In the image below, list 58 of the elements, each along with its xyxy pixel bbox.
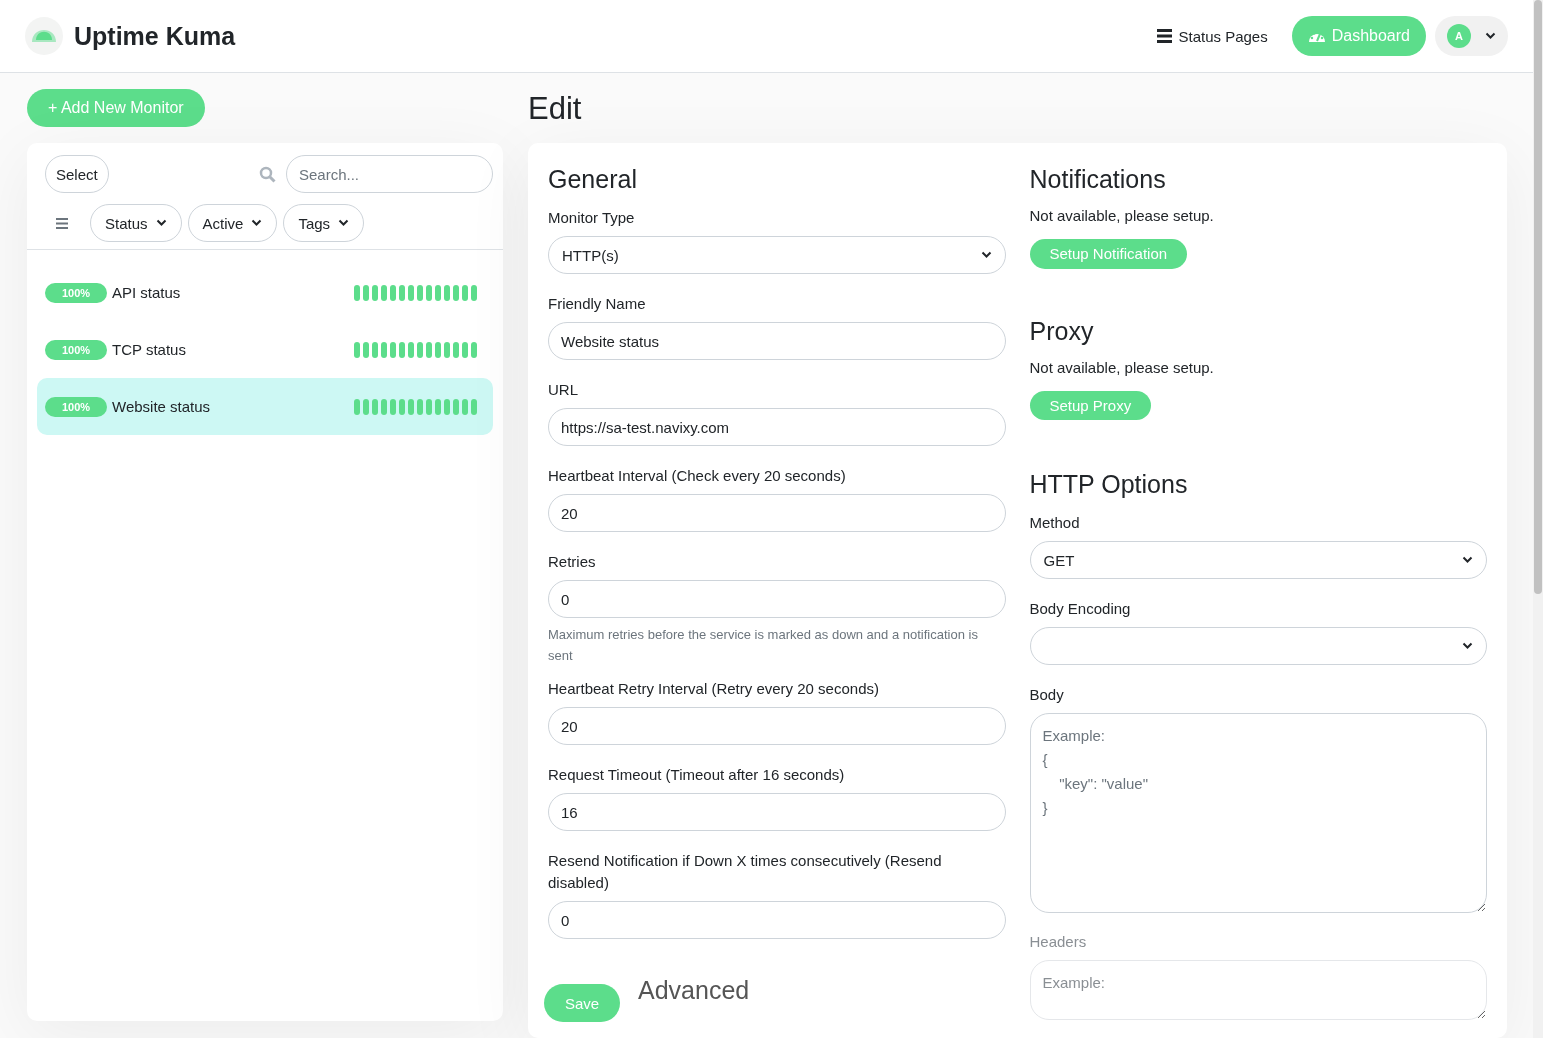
input-field[interactable]: 0: [548, 901, 1006, 939]
scrollbar-thumb[interactable]: [1534, 0, 1542, 594]
section-heading: Advanced: [638, 976, 750, 1005]
input-field[interactable]: Website status: [548, 322, 1006, 360]
input-field[interactable]: 20: [548, 707, 1006, 745]
search-field[interactable]: Search...: [286, 155, 493, 193]
input-field[interactable]: 16: [548, 793, 1006, 831]
section-heading: General: [548, 164, 638, 195]
chevron-down-icon: [251, 219, 263, 227]
headers-textarea[interactable]: Example:: [1029, 960, 1487, 1020]
monitor-item[interactable]: 100% TCP status: [37, 321, 493, 378]
field-label: Resend Notification if Down X times consecutively (Resend disabled): [548, 851, 943, 893]
chevron-down-icon: [1485, 32, 1496, 40]
search-icon: [259, 165, 276, 183]
uptime-badge: 100%: [45, 282, 107, 303]
section-heading: Notifications: [1029, 164, 1167, 195]
field-label: Monitor Type: [548, 208, 636, 228]
logo-icon: [24, 16, 64, 56]
input-field[interactable]: https://sa-test.navixy.com: [548, 408, 1006, 446]
section-heading: HTTP Options: [1029, 469, 1189, 500]
field-label: Headers: [1029, 932, 1088, 952]
field-label: Method: [1029, 513, 1081, 533]
monitor-item[interactable]: 100% Website status: [37, 378, 493, 435]
field-label: Request Timeout (Timeout after 16 seconds): [548, 765, 846, 785]
page-title: Edit: [528, 90, 583, 128]
menu-icon: [1157, 29, 1173, 43]
field-label: Heartbeat Interval (Check every 20 seconds): [548, 466, 847, 486]
monitor-name: Website status: [112, 398, 212, 415]
brand-name: Uptime Kuma: [74, 21, 236, 51]
menu-icon[interactable]: [56, 217, 68, 229]
monitor-name: TCP status: [112, 341, 187, 358]
status-pages-link[interactable]: Status Pages: [1157, 27, 1268, 45]
section-heading: Proxy: [1029, 315, 1095, 347]
field-label: Heartbeat Retry Interval (Retry every 20 seconds): [548, 679, 880, 699]
body-textarea[interactable]: Example: { "key": "value" }: [1029, 713, 1487, 913]
uptime-badge: 100%: [45, 396, 107, 417]
field-hint: Maximum retries before the service is marked as down and a notification is sent: [548, 626, 979, 665]
input-field[interactable]: 0: [548, 580, 1006, 618]
chevron-down-icon: [1462, 642, 1473, 650]
chevron-down-icon: [155, 219, 167, 227]
filter-dropdown[interactable]: Active: [187, 204, 278, 242]
monitor-item[interactable]: 100% API status: [37, 264, 493, 321]
filter-dropdown[interactable]: Tags: [283, 204, 365, 242]
monitor-name: API status: [112, 284, 182, 301]
chevron-down-icon: [980, 251, 992, 259]
field-label: Body: [1029, 685, 1065, 705]
field-label: URL: [548, 380, 579, 400]
chevron-down-icon: [1462, 556, 1473, 564]
notice-text: Not available, please setup.: [1029, 207, 1215, 224]
notice-text: Not available, please setup.: [1029, 358, 1215, 376]
chevron-down-icon: [338, 219, 350, 227]
input-field[interactable]: 20: [548, 494, 1006, 532]
uptime-badge: 100%: [45, 339, 107, 360]
field-label: Retries: [548, 552, 597, 572]
field-label: Friendly Name: [548, 294, 647, 314]
select-button[interactable]: Select: [45, 155, 109, 193]
field-label: Body Encoding: [1029, 599, 1132, 619]
filter-dropdown[interactable]: Status: [90, 204, 182, 242]
